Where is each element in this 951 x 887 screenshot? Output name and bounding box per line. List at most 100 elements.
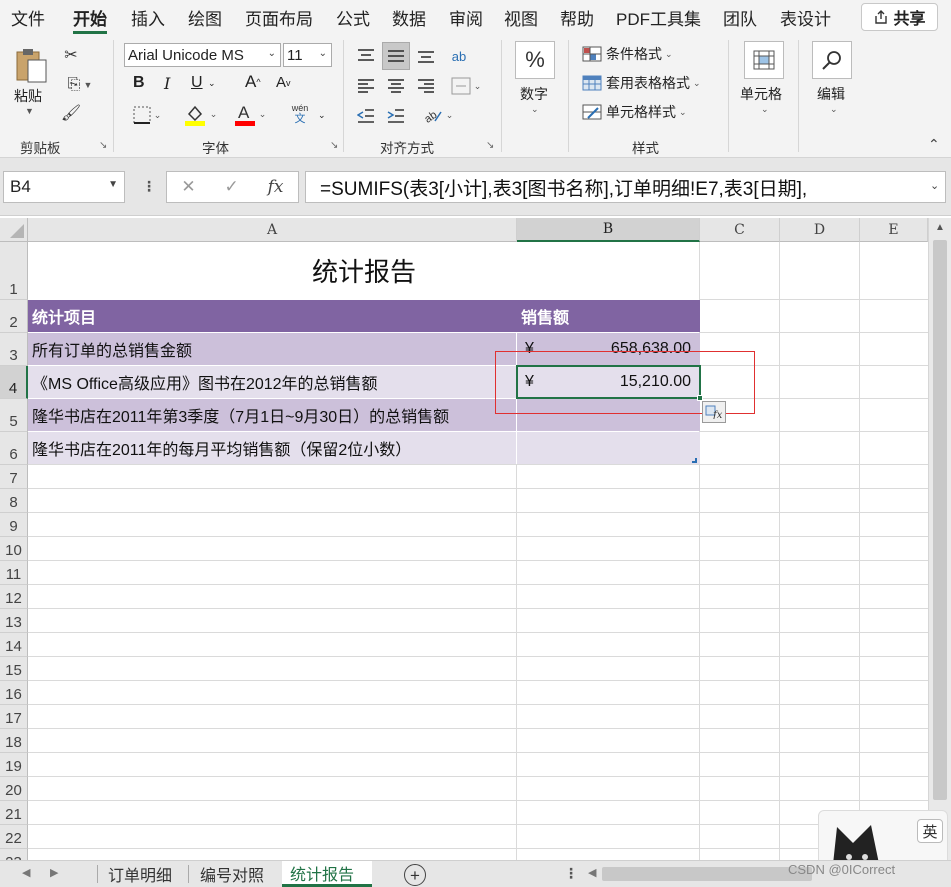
scroll-left-icon[interactable]: ◀: [588, 866, 596, 879]
row-header[interactable]: 16: [0, 681, 28, 705]
tab-file[interactable]: 文件: [11, 5, 45, 30]
more-options-icon[interactable]: ⋮: [142, 178, 156, 195]
tab-table-design[interactable]: 表设计: [780, 5, 831, 30]
copy-icon[interactable]: ⎘ ▼: [60, 74, 100, 96]
table-cell-item[interactable]: 隆华书店在2011年第3季度（7月1日~9月30日）的总销售额: [28, 399, 516, 431]
tab-split-icon[interactable]: ⋮: [564, 865, 578, 882]
font-color-icon[interactable]: A ⌄: [230, 100, 270, 128]
tab-page-layout[interactable]: 页面布局: [245, 5, 313, 30]
align-bottom-icon[interactable]: [414, 44, 438, 68]
row-header[interactable]: 9: [0, 513, 28, 537]
align-right-icon[interactable]: [414, 74, 438, 98]
name-box-dropdown-icon[interactable]: ▼: [108, 179, 118, 190]
add-sheet-icon[interactable]: +: [404, 864, 426, 886]
orientation-icon[interactable]: ab ⌄: [418, 102, 458, 128]
cells-button-label[interactable]: 单元格: [740, 84, 782, 104]
borders-icon[interactable]: ⌄: [128, 104, 166, 126]
vertical-scrollbar[interactable]: ▲: [928, 218, 951, 860]
paste-label[interactable]: 粘贴: [14, 86, 42, 106]
editing-dropdown-icon[interactable]: ⌄: [830, 104, 838, 115]
row-header[interactable]: 5: [0, 399, 28, 432]
tab-draw[interactable]: 绘图: [188, 5, 222, 30]
scrollbar-thumb[interactable]: [933, 240, 947, 800]
font-launcher-icon[interactable]: ↘: [330, 140, 338, 151]
share-button[interactable]: 共享: [861, 3, 938, 31]
next-sheet-icon[interactable]: ▶: [50, 866, 58, 879]
column-header-c[interactable]: C: [700, 218, 780, 242]
row-header[interactable]: 14: [0, 633, 28, 657]
cell-styles-button[interactable]: 单元格样式 ⌄: [582, 102, 687, 122]
row-header[interactable]: 10: [0, 537, 28, 561]
increase-indent-icon[interactable]: [384, 104, 408, 128]
cells-icon[interactable]: [744, 41, 784, 79]
prev-sheet-icon[interactable]: ◀: [22, 866, 30, 879]
grow-font-button[interactable]: A ^: [245, 72, 261, 92]
tab-team[interactable]: 团队: [723, 5, 757, 30]
paste-dropdown-icon[interactable]: ▼: [25, 106, 34, 116]
horizontal-scrollbar-thumb[interactable]: [602, 867, 812, 881]
table-resize-handle[interactable]: [692, 458, 697, 463]
align-left-icon[interactable]: [354, 74, 378, 98]
font-name-combo[interactable]: Arial Unicode MS ⌄: [124, 43, 281, 67]
paste-icon[interactable]: [12, 44, 52, 88]
table-cell-item[interactable]: 所有订单的总销售金额: [28, 333, 516, 365]
cells-dropdown-icon[interactable]: ⌄: [761, 104, 769, 115]
decrease-indent-icon[interactable]: [354, 104, 378, 128]
font-size-combo[interactable]: 11 ⌄: [283, 43, 332, 67]
column-header-e[interactable]: E: [860, 218, 928, 242]
ime-mode-button[interactable]: 英: [917, 819, 943, 843]
alignment-launcher-icon[interactable]: ↘: [486, 140, 494, 151]
phonetic-guide-icon[interactable]: wén 文: [285, 100, 315, 128]
worksheet-grid[interactable]: A B C D E 1 2 3 4 5 6 7 8 9 10 11 12 13 …: [0, 218, 951, 860]
row-header[interactable]: 19: [0, 753, 28, 777]
row-header[interactable]: 21: [0, 801, 28, 825]
fill-color-icon[interactable]: ⌄: [180, 100, 220, 128]
table-cell-value[interactable]: [517, 432, 700, 464]
underline-button[interactable]: U: [191, 74, 203, 92]
align-center-icon[interactable]: [384, 74, 408, 98]
scroll-up-icon[interactable]: ▲: [935, 222, 945, 233]
bold-button[interactable]: B: [133, 74, 145, 92]
italic-button[interactable]: I: [164, 74, 170, 93]
row-header[interactable]: 23: [0, 849, 28, 860]
tab-data[interactable]: 数据: [392, 5, 426, 30]
wrap-text-icon[interactable]: ab: [446, 42, 472, 70]
sheet-tab-order-details[interactable]: 订单明细: [100, 861, 180, 887]
row-header[interactable]: 15: [0, 657, 28, 681]
sheet-tab-report[interactable]: 统计报告: [282, 861, 372, 887]
tab-review[interactable]: 审阅: [449, 5, 483, 30]
align-top-icon[interactable]: [354, 44, 378, 68]
tab-home[interactable]: 开始: [73, 5, 107, 34]
column-header-a[interactable]: A: [28, 218, 517, 242]
report-title[interactable]: 统计报告: [28, 242, 700, 299]
row-header[interactable]: 17: [0, 705, 28, 729]
enter-icon[interactable]: ✓: [225, 177, 239, 197]
table-cell-item[interactable]: 《MS Office高级应用》图书在2012年的总销售额: [28, 366, 516, 398]
row-header[interactable]: 2: [0, 300, 28, 333]
tab-formulas[interactable]: 公式: [336, 5, 370, 30]
format-painter-icon[interactable]: 🖌: [60, 102, 82, 124]
number-dropdown-icon[interactable]: ⌄: [531, 104, 539, 115]
number-button-label[interactable]: 数字: [520, 84, 548, 104]
tab-insert[interactable]: 插入: [131, 5, 165, 30]
number-format-icon[interactable]: %: [515, 41, 555, 79]
row-header[interactable]: 20: [0, 777, 28, 801]
phonetic-dropdown-icon[interactable]: ⌄: [318, 110, 326, 121]
row-header[interactable]: 22: [0, 825, 28, 849]
clipboard-launcher-icon[interactable]: ↘: [99, 140, 107, 151]
header-cell-sales[interactable]: 销售额: [517, 300, 700, 332]
row-header-selected[interactable]: 4: [0, 366, 28, 399]
tab-help[interactable]: 帮助: [560, 5, 594, 30]
cancel-icon[interactable]: ✕: [181, 177, 195, 197]
merge-center-icon[interactable]: ⌄: [444, 74, 488, 98]
editing-button-label[interactable]: 编辑: [817, 84, 845, 104]
row-header[interactable]: 11: [0, 561, 28, 585]
row-header[interactable]: 7: [0, 465, 28, 489]
tab-view[interactable]: 视图: [504, 5, 538, 30]
row-header[interactable]: 6: [0, 432, 28, 465]
format-as-table-button[interactable]: 套用表格格式 ⌄: [582, 73, 701, 93]
row-header[interactable]: 12: [0, 585, 28, 609]
expand-formula-icon[interactable]: ⌄: [930, 179, 939, 192]
search-icon[interactable]: [812, 41, 852, 79]
column-header-d[interactable]: D: [780, 218, 860, 242]
